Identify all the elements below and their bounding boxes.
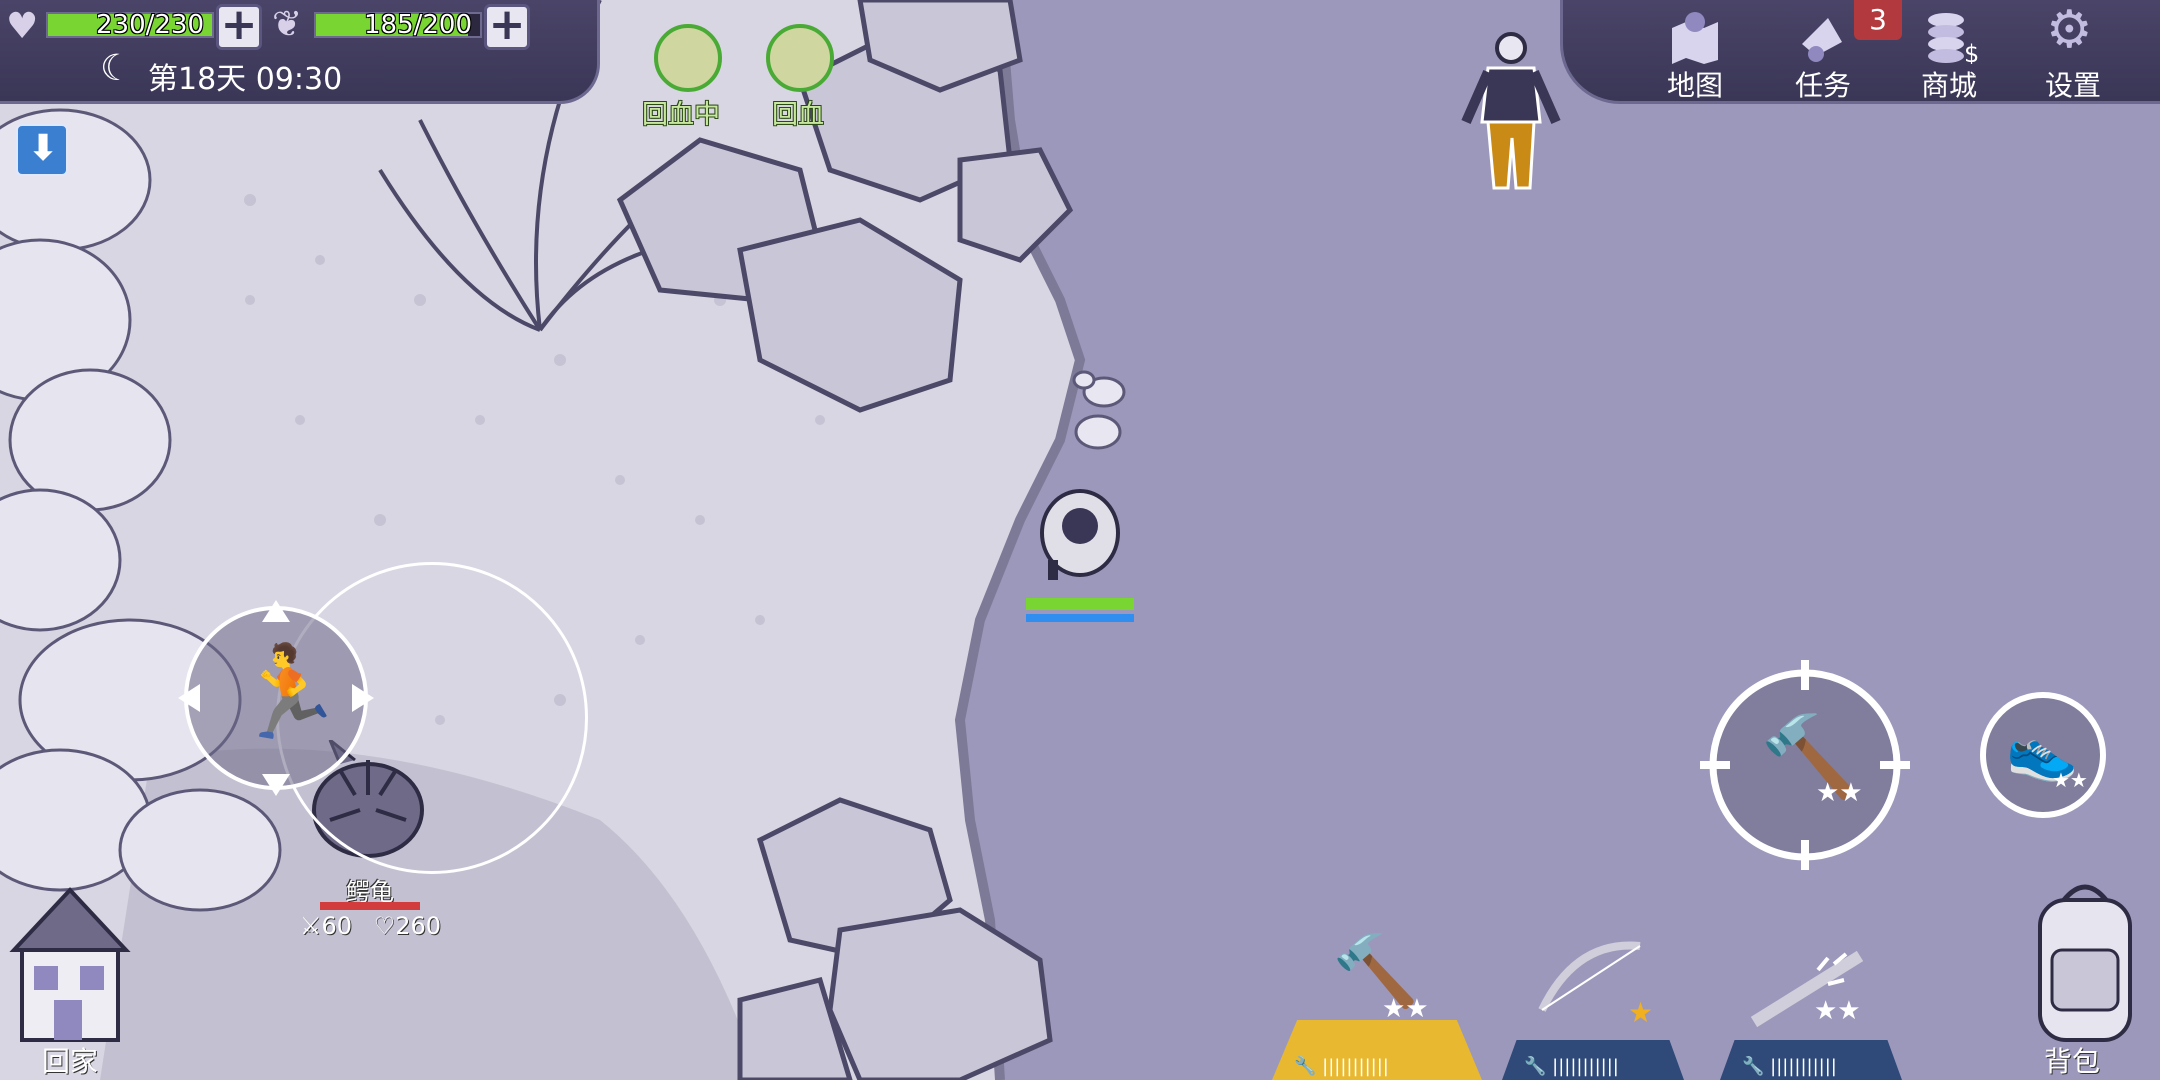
arrow-down-icon: ⬇	[28, 128, 59, 169]
health-plus-button[interactable]: +	[216, 3, 262, 50]
hunger-value: 185/200	[363, 10, 472, 40]
enemy-health-fill	[320, 902, 420, 910]
enemy-stats: ⚔60 ♡260	[300, 912, 441, 940]
wrench-icon: 🔧 |||||||||||	[1524, 1056, 1619, 1077]
menu-map-button[interactable]: 地图	[1640, 0, 1750, 102]
sprint-icon: 🏃	[232, 640, 345, 745]
character-equipment-figure[interactable]	[1456, 28, 1566, 200]
heart-icon: ♡	[373, 912, 396, 940]
slot-stars: ★	[1628, 996, 1654, 1029]
hotbar-slot-3[interactable]: ★★ 🔧 |||||||||||	[1720, 930, 1902, 1080]
hunger-bar: 185/200	[314, 10, 482, 40]
enemy-health-bar	[320, 902, 420, 910]
attack-skill-button[interactable]: 🔨 ★★	[1700, 660, 1910, 870]
player-character	[1030, 478, 1130, 588]
hotbar-slot-1[interactable]: 🔨 ★★ 🔧 |||||||||||	[1272, 930, 1482, 1080]
health-bar: 230/230	[46, 10, 214, 40]
coins-icon: $	[1928, 13, 1979, 64]
player-health-fill	[1026, 598, 1134, 610]
backpack-label: 背包	[2044, 1045, 2101, 1078]
gear-icon: ⚙	[2046, 0, 2093, 60]
player-stamina-fill	[1026, 614, 1134, 622]
wrench-icon: 🔧 |||||||||||	[1294, 1056, 1389, 1077]
status-effect-label: 回血	[772, 100, 825, 130]
menu-settings-button[interactable]: ⚙ 设置	[2018, 0, 2128, 102]
health-value: 230/230	[95, 10, 204, 40]
menu-settings-label: 设置	[2044, 69, 2101, 102]
map-icon	[1672, 12, 1718, 64]
menu-quest-label: 任务	[1794, 69, 1851, 102]
slot-stars: ★★	[1382, 994, 1429, 1024]
moon-icon: ☾	[100, 48, 133, 89]
movement-joystick[interactable]: 🏃	[176, 598, 376, 798]
sword-icon: ⚔	[300, 912, 322, 940]
slot-stars: ★★	[1814, 996, 1861, 1026]
player-stamina-bar	[1026, 614, 1134, 622]
bandage-icon[interactable]	[766, 24, 834, 92]
status-effect-label: 回血中	[642, 100, 721, 130]
dash-skill-button[interactable]: 👟 ★★	[1978, 690, 2108, 820]
menu-map-label: 地图	[1666, 69, 1723, 102]
download-arrow-button[interactable]: ⬇	[16, 124, 68, 176]
backpack-button[interactable]: 背包	[1960, 880, 2160, 1080]
home-label: 回家	[42, 1045, 99, 1078]
skill-stars: ★★	[1816, 778, 1863, 808]
menu-shop-label: 商城	[1920, 69, 1977, 102]
quest-horn-icon	[1802, 18, 1842, 62]
wrench-icon: 🔧 |||||||||||	[1742, 1056, 1837, 1077]
enemy-attack: 60	[321, 912, 353, 940]
heart-icon: ♥	[6, 6, 39, 47]
stomach-icon: ❦	[272, 4, 303, 45]
day-time-label: 第18天 09:30	[148, 62, 343, 97]
skill-stars: ★★	[2052, 768, 2088, 792]
enemy-health: 260	[395, 912, 442, 940]
backpack-icon	[2038, 884, 2132, 1042]
svg-text:$: $	[1964, 40, 1979, 64]
house-icon	[9, 887, 131, 1042]
player-health-bar	[1026, 598, 1134, 610]
muscle-icon[interactable]	[654, 24, 722, 92]
home-button[interactable]: 回家	[0, 880, 160, 1080]
hotbar-slot-2[interactable]: ★ 🔧 |||||||||||	[1502, 930, 1684, 1080]
menu-shop-button[interactable]: $ 商城	[1894, 0, 2004, 102]
hunger-plus-button[interactable]: +	[484, 3, 530, 50]
